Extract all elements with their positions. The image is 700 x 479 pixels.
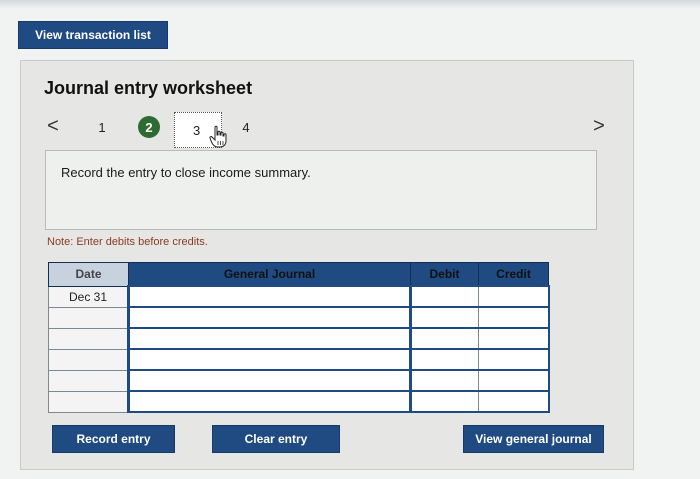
- step-2-active[interactable]: 2: [138, 116, 160, 138]
- header-debit: Debit: [410, 262, 479, 287]
- table-row: [48, 369, 550, 392]
- account-select[interactable]: [127, 348, 411, 371]
- view-general-journal-button[interactable]: View general journal: [463, 425, 604, 453]
- debit-input[interactable]: [409, 285, 479, 308]
- step-3-label: 3: [193, 122, 201, 138]
- step-4[interactable]: 4: [236, 117, 256, 137]
- debit-input[interactable]: [409, 348, 479, 371]
- credit-input[interactable]: [478, 369, 550, 392]
- date-cell: [48, 306, 129, 329]
- prev-step-button[interactable]: <: [44, 116, 62, 136]
- header-credit: Credit: [478, 262, 549, 287]
- worksheet-title: Journal entry worksheet: [44, 78, 253, 98]
- table-row: [48, 348, 550, 371]
- header-general-journal: General Journal: [128, 262, 411, 287]
- account-select[interactable]: [127, 285, 411, 308]
- date-cell: [48, 327, 129, 350]
- credit-input[interactable]: [478, 327, 550, 350]
- debit-input[interactable]: [409, 369, 479, 392]
- table-row: [48, 390, 550, 413]
- table-header-row: Date General Journal Debit Credit: [48, 262, 549, 287]
- date-cell: [48, 390, 129, 413]
- top-strip: [0, 0, 700, 8]
- credit-input[interactable]: [478, 348, 550, 371]
- date-cell: Dec 31: [48, 285, 129, 308]
- view-transaction-list-button[interactable]: View transaction list: [18, 21, 168, 49]
- table-row: Dec 31: [48, 285, 550, 308]
- instruction-text: Record the entry to close income summary…: [61, 165, 311, 180]
- header-date: Date: [48, 262, 129, 287]
- account-select[interactable]: [127, 306, 411, 329]
- account-select[interactable]: [127, 369, 411, 392]
- date-cell: [48, 369, 129, 392]
- journal-table: Date General Journal Debit Credit Dec 31: [48, 262, 550, 413]
- table-row: [48, 306, 550, 329]
- step-1[interactable]: 1: [92, 117, 112, 137]
- clear-entry-button[interactable]: Clear entry: [212, 425, 340, 453]
- credit-input[interactable]: [478, 306, 550, 329]
- account-select[interactable]: [127, 327, 411, 350]
- account-select[interactable]: [127, 390, 411, 413]
- instruction-box: Record the entry to close income summary…: [45, 150, 597, 230]
- note-text: Note: Enter debits before credits.: [47, 236, 208, 248]
- table-row: [48, 327, 550, 350]
- next-step-button[interactable]: >: [590, 116, 608, 136]
- credit-input[interactable]: [478, 390, 550, 413]
- record-entry-button[interactable]: Record entry: [52, 425, 175, 453]
- credit-input[interactable]: [478, 285, 550, 308]
- hand-pointer-icon: [209, 125, 227, 148]
- debit-input[interactable]: [409, 327, 479, 350]
- debit-input[interactable]: [409, 390, 479, 413]
- debit-input[interactable]: [409, 306, 479, 329]
- date-cell: [48, 348, 129, 371]
